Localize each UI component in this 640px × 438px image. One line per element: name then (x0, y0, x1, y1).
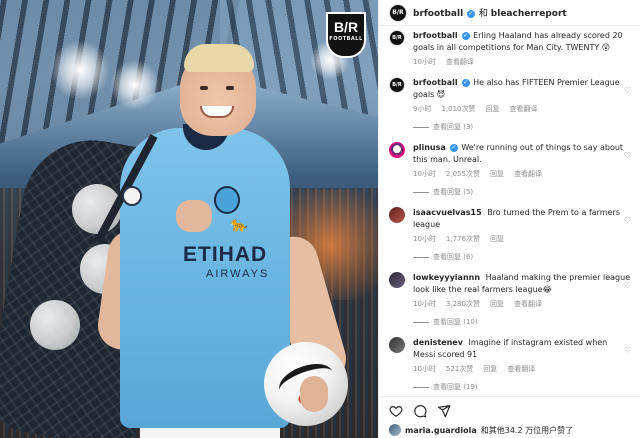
translate-link[interactable]: 查看翻译 (514, 299, 542, 309)
translate-link[interactable]: 查看翻译 (514, 169, 542, 179)
post-header: B/R brfootball ✓ 和 bleacherreport (379, 0, 640, 26)
player-eye (200, 86, 208, 90)
comment-time[interactable]: 10小时 (413, 57, 436, 67)
comment-like-icon[interactable]: ♡ (624, 87, 632, 95)
comment-avatar[interactable] (389, 142, 405, 158)
verified-icon: ✓ (461, 78, 470, 87)
view-replies-button[interactable]: 查看回复 (19) (413, 382, 632, 392)
bag-ball (30, 300, 80, 350)
comment-likes[interactable]: 521次赞 (446, 364, 473, 374)
translate-link[interactable]: 查看翻译 (510, 104, 538, 114)
comment: plinusa ✓ We're running out of things to … (389, 142, 632, 197)
reply-button[interactable]: 回复 (490, 299, 504, 309)
comment-likes[interactable]: 3,280次赞 (446, 299, 480, 309)
author-joiner: 和 (478, 9, 488, 19)
player-hair (184, 44, 254, 72)
player-hand (176, 200, 212, 232)
comment-list: B/R brfootball ✓ Erling Haaland has alrea… (379, 26, 640, 392)
liker-avatar (389, 424, 401, 436)
translate-link[interactable]: 查看翻译 (446, 57, 474, 67)
comment-time[interactable]: 10小时 (413, 364, 436, 374)
shirt-sponsor: ETIHAD (183, 243, 268, 266)
comment-time[interactable]: 10小时 (413, 299, 436, 309)
comment-like-icon[interactable]: ♡ (624, 347, 632, 355)
comment-username[interactable]: brfootball (413, 31, 458, 40)
likes-count-text: 和其他34.2 万位用户赞了 (480, 425, 574, 435)
shirt-sponsor-sub: AIRWAYS (206, 268, 270, 280)
view-replies-button[interactable]: 查看回复 (6) (413, 252, 632, 262)
player-hand (300, 376, 328, 412)
view-replies-button[interactable]: 查看回复 (3) (413, 122, 632, 132)
translate-link[interactable]: 查看翻译 (507, 364, 535, 374)
player-eye (226, 86, 234, 90)
reply-button[interactable]: 回复 (490, 169, 504, 179)
comment: denistenev Imagine if instagram existed … (389, 337, 632, 392)
view-replies-button[interactable]: 查看回复 (10) (413, 317, 632, 327)
comments-panel: B/R brfootball ✓ 和 bleacherreport B/R br… (378, 0, 640, 438)
collaborator-name[interactable]: bleacherreport (491, 9, 567, 19)
comment-time[interactable]: 9小时 (413, 104, 431, 114)
comment-icon[interactable] (413, 404, 427, 418)
comment-username[interactable]: plinusa (413, 143, 446, 152)
verified-icon: ✓ (449, 143, 458, 152)
view-replies-button[interactable]: 查看回复 (5) (413, 187, 632, 197)
reply-button[interactable]: 回复 (483, 364, 497, 374)
comment: lowkeyyyiannn Haaland making the premier… (389, 272, 632, 327)
comment-likes[interactable]: 1,776次赞 (446, 234, 480, 244)
comment-username[interactable]: lowkeyyyiannn (413, 273, 480, 282)
liker-username[interactable]: maria.guardiola (405, 426, 477, 435)
heart-icon[interactable] (389, 404, 403, 418)
comment-likes[interactable]: 2,055次赞 (446, 169, 480, 179)
kit-maker-logo: 🐆 (230, 217, 248, 233)
account-avatar[interactable]: B/R (389, 3, 407, 22)
comment-avatar[interactable] (389, 272, 405, 288)
comment-avatar[interactable] (389, 337, 405, 353)
club-crest (214, 186, 240, 214)
comment-time[interactable]: 10小时 (413, 234, 436, 244)
comment-time[interactable]: 10小时 (413, 169, 436, 179)
post-viewer: 🐆 ETIHAD AIRWAYS B/R FOOTBALL B/R brfoot… (0, 0, 640, 438)
account-name[interactable]: brfootball (413, 9, 463, 19)
verified-icon: ✓ (461, 31, 470, 40)
comment-username[interactable]: brfootball (413, 78, 458, 87)
post-image[interactable]: 🐆 ETIHAD AIRWAYS B/R FOOTBALL (0, 0, 378, 438)
br-football-logo: B/R FOOTBALL (326, 12, 366, 58)
comment: B/R brfootball ✓ He also has FIFTEEN Prem… (389, 77, 632, 132)
post-authors: brfootball ✓ 和 bleacherreport (413, 6, 567, 19)
comment-username[interactable]: isaacvuelvas15 (413, 208, 482, 217)
likes-summary[interactable]: maria.guardiola 和其他34.2 万位用户赞了 (379, 422, 640, 438)
reply-button[interactable]: 回复 (490, 234, 504, 244)
comment-avatar[interactable]: B/R (389, 77, 405, 93)
comment: isaacvuelvas15 Bro turned the Prem to a … (389, 207, 632, 262)
floodlight (110, 60, 160, 110)
league-badge (122, 186, 142, 206)
floodlight (50, 40, 110, 100)
comment-avatar[interactable]: B/R (389, 30, 405, 46)
comment-like-icon[interactable]: ♡ (624, 152, 632, 160)
share-icon[interactable] (437, 404, 451, 418)
comment-like-icon[interactable]: ♡ (624, 282, 632, 290)
reply-button[interactable]: 回复 (486, 104, 500, 114)
verified-icon: ✓ (467, 9, 476, 18)
post-actions (379, 396, 640, 420)
comment-likes[interactable]: 1,010次赞 (441, 104, 475, 114)
comment-like-icon[interactable]: ♡ (624, 217, 632, 225)
comment-avatar[interactable] (389, 207, 405, 223)
comment-username[interactable]: denistenev (413, 338, 463, 347)
comment: B/R brfootball ✓ Erling Haaland has alrea… (389, 30, 632, 67)
